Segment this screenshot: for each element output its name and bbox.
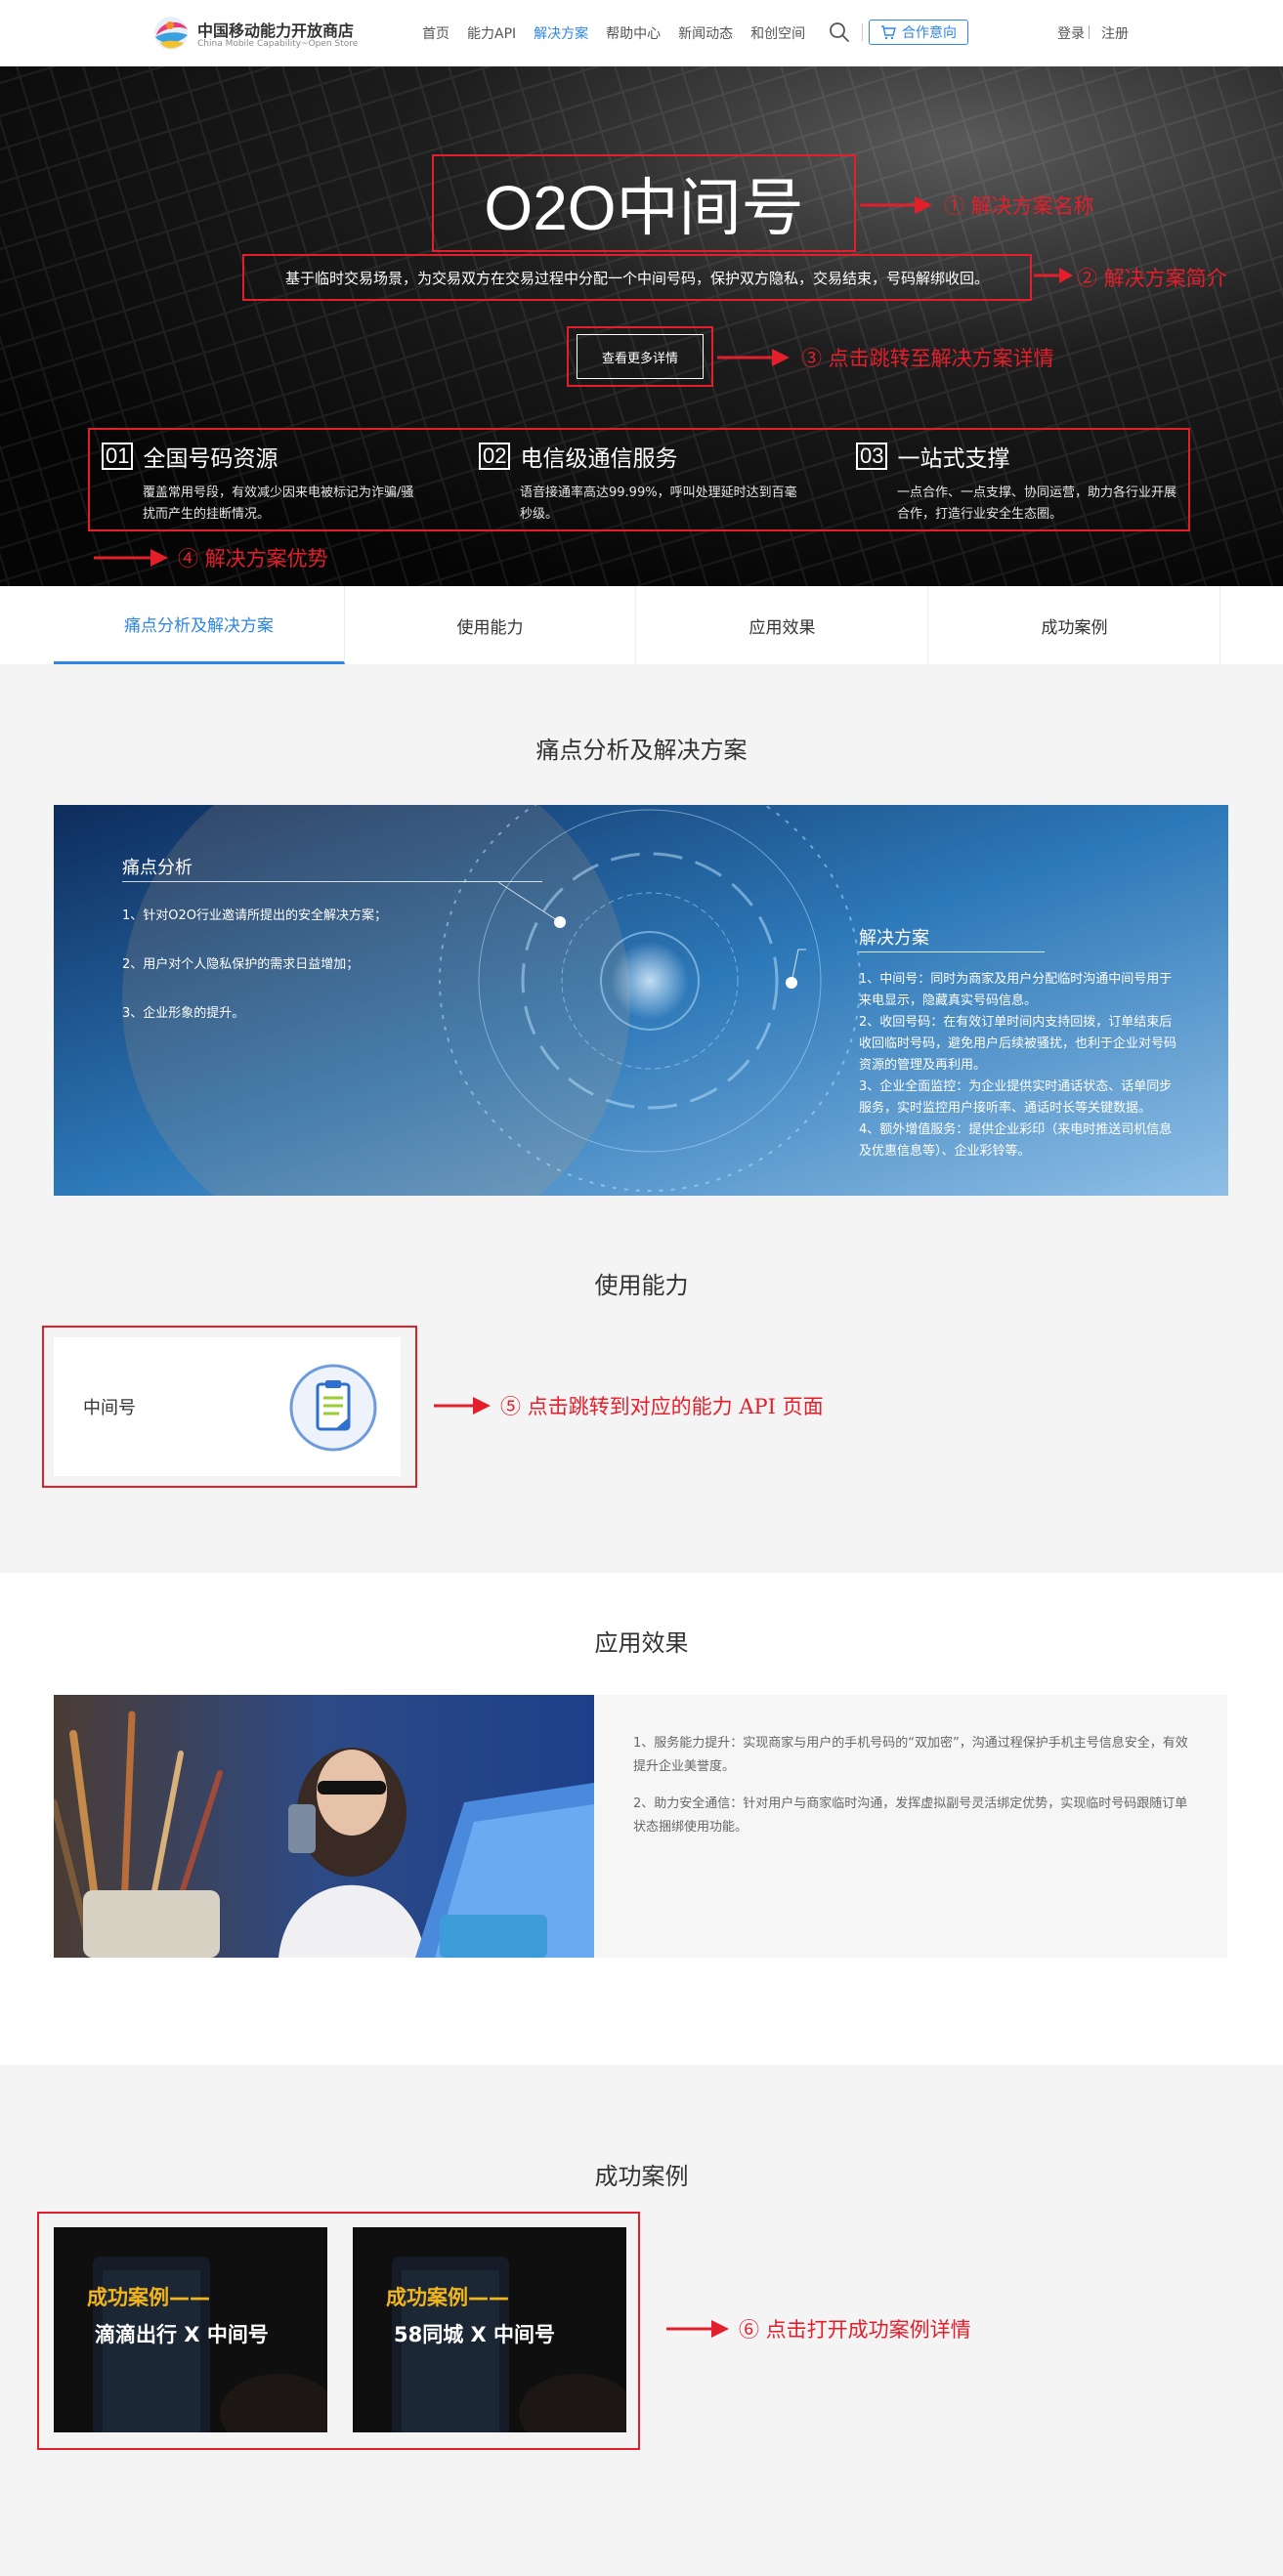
nav-divider — [862, 23, 863, 41]
section-title-cases: 成功案例 — [594, 2163, 689, 2190]
case-card-didi[interactable]: 成功案例—— 滴滴出行 X 中间号 — [54, 2227, 327, 2432]
advantage-title: 一站式支撑 — [897, 446, 1010, 472]
solution-item: 1、中间号：同时为商家及用户分配临时沟通中间号用于来电显示，隐藏真实号码信息。 — [859, 972, 1173, 1008]
advantage-item: 01 全国号码资源 覆盖常用号段，有效减少因来电被标记为诈骗/骚扰而产生的挂断情… — [102, 440, 473, 526]
woman-with-phone-image — [54, 1695, 594, 1958]
annotation-label-4: ④ 解决方案优势 — [178, 547, 328, 570]
logo-title: 中国移动能力开放商店 — [197, 21, 355, 40]
annotation-label-3: ③ 点击跳转至解决方案详情 — [801, 347, 1054, 370]
tab-pain-analysis[interactable]: 痛点分析及解决方案 — [54, 586, 345, 664]
tab-cases[interactable]: 成功案例 — [929, 586, 1220, 664]
cooperation-intent-button[interactable]: 合作意向 — [869, 20, 968, 45]
effect-item: 1、服务能力提升：实现商家与用户的手机号码的“双加密”，沟通过程保护手机主号信息… — [633, 1736, 1188, 1774]
pain-analysis-banner: 痛点分析 1、针对O2O行业邀请所提出的安全解决方案； 2、用户对个人隐私保护的… — [54, 805, 1228, 1196]
case-title: 滴滴出行 X 中间号 — [95, 2323, 269, 2346]
solution-item: 2、收回号码：在有效订单时间内支持回拨，订单结束后收回临时号码，避免用户后续被骚… — [859, 1015, 1177, 1073]
main-nav: 首页 能力API 解决方案 帮助中心 新闻动态 和创空间 — [422, 0, 823, 66]
advantage-item: 03 一站式支撑 一点合作、一点支撑、协同运营，助力各行业开展合作，打造行业安全… — [856, 440, 1227, 526]
advantage-number: 02 — [479, 443, 511, 470]
ability-card-middle-number[interactable]: 中间号 — [54, 1337, 401, 1476]
pain-point-item: 2、用户对个人隐私保护的需求日益增加； — [122, 957, 360, 972]
case-kicker: 成功案例—— — [87, 2286, 210, 2309]
pain-point-item: 1、针对O2O行业邀请所提出的安全解决方案； — [122, 908, 388, 923]
advantage-number: 01 — [102, 443, 134, 470]
section-title-effect: 应用效果 — [594, 1629, 689, 1657]
cooperation-intent-label: 合作意向 — [902, 25, 957, 41]
nav-hechuang-space[interactable]: 和创空间 — [750, 23, 805, 43]
annotation-arrow-icon — [1034, 268, 1073, 283]
logo-subtitle: China Mobile Capability~Open Store — [197, 39, 359, 49]
solution-description: 基于临时交易场景，为交易双方在交易过程中分配一个中间号码，保护双方隐私，交易结束… — [284, 269, 989, 287]
annotation-label-2: ② 解决方案简介 — [1077, 267, 1227, 290]
pain-analysis-heading: 痛点分析 — [122, 858, 192, 878]
ability-card-name: 中间号 — [83, 1398, 136, 1418]
nav-home[interactable]: 首页 — [422, 23, 449, 43]
solution-title: O2O中间号 — [484, 173, 804, 243]
solution-list: 1、中间号：同时为商家及用户分配临时沟通中间号用于来电显示，隐藏真实号码信息。 … — [859, 969, 1181, 1162]
solution-item: 4、额外增值服务：提供企业彩印（来电时推送司机信息及优惠信息等）、企业彩铃等。 — [859, 1122, 1173, 1159]
nav-news[interactable]: 新闻动态 — [678, 23, 733, 43]
advantage-text: 覆盖常用号段，有效减少因来电被标记为诈骗/骚扰而产生的挂断情况。 — [143, 486, 414, 522]
nav-solutions[interactable]: 解决方案 — [534, 23, 588, 43]
annotation-arrow-icon — [860, 196, 932, 214]
annotation-arrow-icon — [717, 349, 790, 366]
annotation-label-6: ⑥ 点击打开成功案例详情 — [739, 2318, 971, 2342]
annotation-arrow-icon — [94, 549, 168, 567]
cart-icon — [881, 25, 896, 40]
document-icon — [289, 1364, 377, 1452]
effects-description-box: 1、服务能力提升：实现商家与用户的手机号码的“双加密”，沟通过程保护手机主号信息… — [594, 1695, 1227, 1958]
annotation-arrow-icon — [434, 1397, 491, 1415]
advantage-text: 一点合作、一点支撑、协同运营，助力各行业开展合作，打造行业安全生态圈。 — [897, 486, 1177, 522]
annotation-arrow-icon — [666, 2320, 729, 2338]
auth-divider — [1089, 25, 1090, 39]
annotation-label-5: ⑤ 点击跳转到对应的能力 API 页面 — [500, 1395, 824, 1418]
advantage-item: 02 电信级通信服务 语音接通率高达99.99%，呼叫处理延时达到百毫秒级。 — [479, 440, 850, 526]
annotation-label-1: ① 解决方案名称 — [944, 194, 1094, 218]
case-card-58tongcheng[interactable]: 成功案例—— 58同城 X 中间号 — [353, 2227, 626, 2432]
section-title-ability: 使用能力 — [594, 1272, 689, 1299]
nav-ability-api[interactable]: 能力API — [467, 23, 516, 43]
case-title: 58同城 X 中间号 — [394, 2323, 556, 2346]
pain-analysis-divider — [122, 881, 542, 882]
case-kicker: 成功案例—— — [386, 2286, 509, 2309]
effect-item: 2、助力安全通信：针对用户与商家临时沟通，发挥虚拟副号灵活绑定优势，实现临时号码… — [633, 1796, 1188, 1835]
nav-help-center[interactable]: 帮助中心 — [606, 23, 661, 43]
china-mobile-logo-icon[interactable] — [150, 14, 192, 53]
view-more-details-button[interactable]: 查看更多详情 — [577, 334, 704, 379]
pain-point-item: 3、企业形象的提升。 — [122, 1006, 245, 1021]
register-link[interactable]: 注册 — [1101, 23, 1129, 43]
advantage-title: 全国号码资源 — [143, 446, 278, 472]
solution-heading: 解决方案 — [859, 928, 929, 949]
solution-divider — [859, 951, 1045, 952]
hero-banner: O2O中间号 基于临时交易场景，为交易双方在交易过程中分配一个中间号码，保护双方… — [0, 66, 1283, 586]
login-link[interactable]: 登录 — [1057, 23, 1085, 43]
advantage-title: 电信级通信服务 — [520, 446, 678, 472]
tab-effects[interactable]: 应用效果 — [637, 586, 928, 664]
solution-item: 3、企业全面监控：为企业提供实时通话状态、话单同步服务，实时监控用户接听率、通话… — [859, 1079, 1173, 1116]
section-title-pain: 痛点分析及解决方案 — [535, 737, 748, 764]
search-icon[interactable] — [829, 21, 850, 43]
section-tabs: 痛点分析及解决方案 使用能力 应用效果 成功案例 — [0, 586, 1283, 664]
advantage-text: 语音接通率高达99.99%，呼叫处理延时达到百毫秒级。 — [520, 486, 797, 522]
advantage-number: 03 — [856, 443, 888, 470]
tab-abilities[interactable]: 使用能力 — [345, 586, 636, 664]
top-header: 中国移动能力开放商店 China Mobile Capability~Open … — [0, 0, 1283, 66]
